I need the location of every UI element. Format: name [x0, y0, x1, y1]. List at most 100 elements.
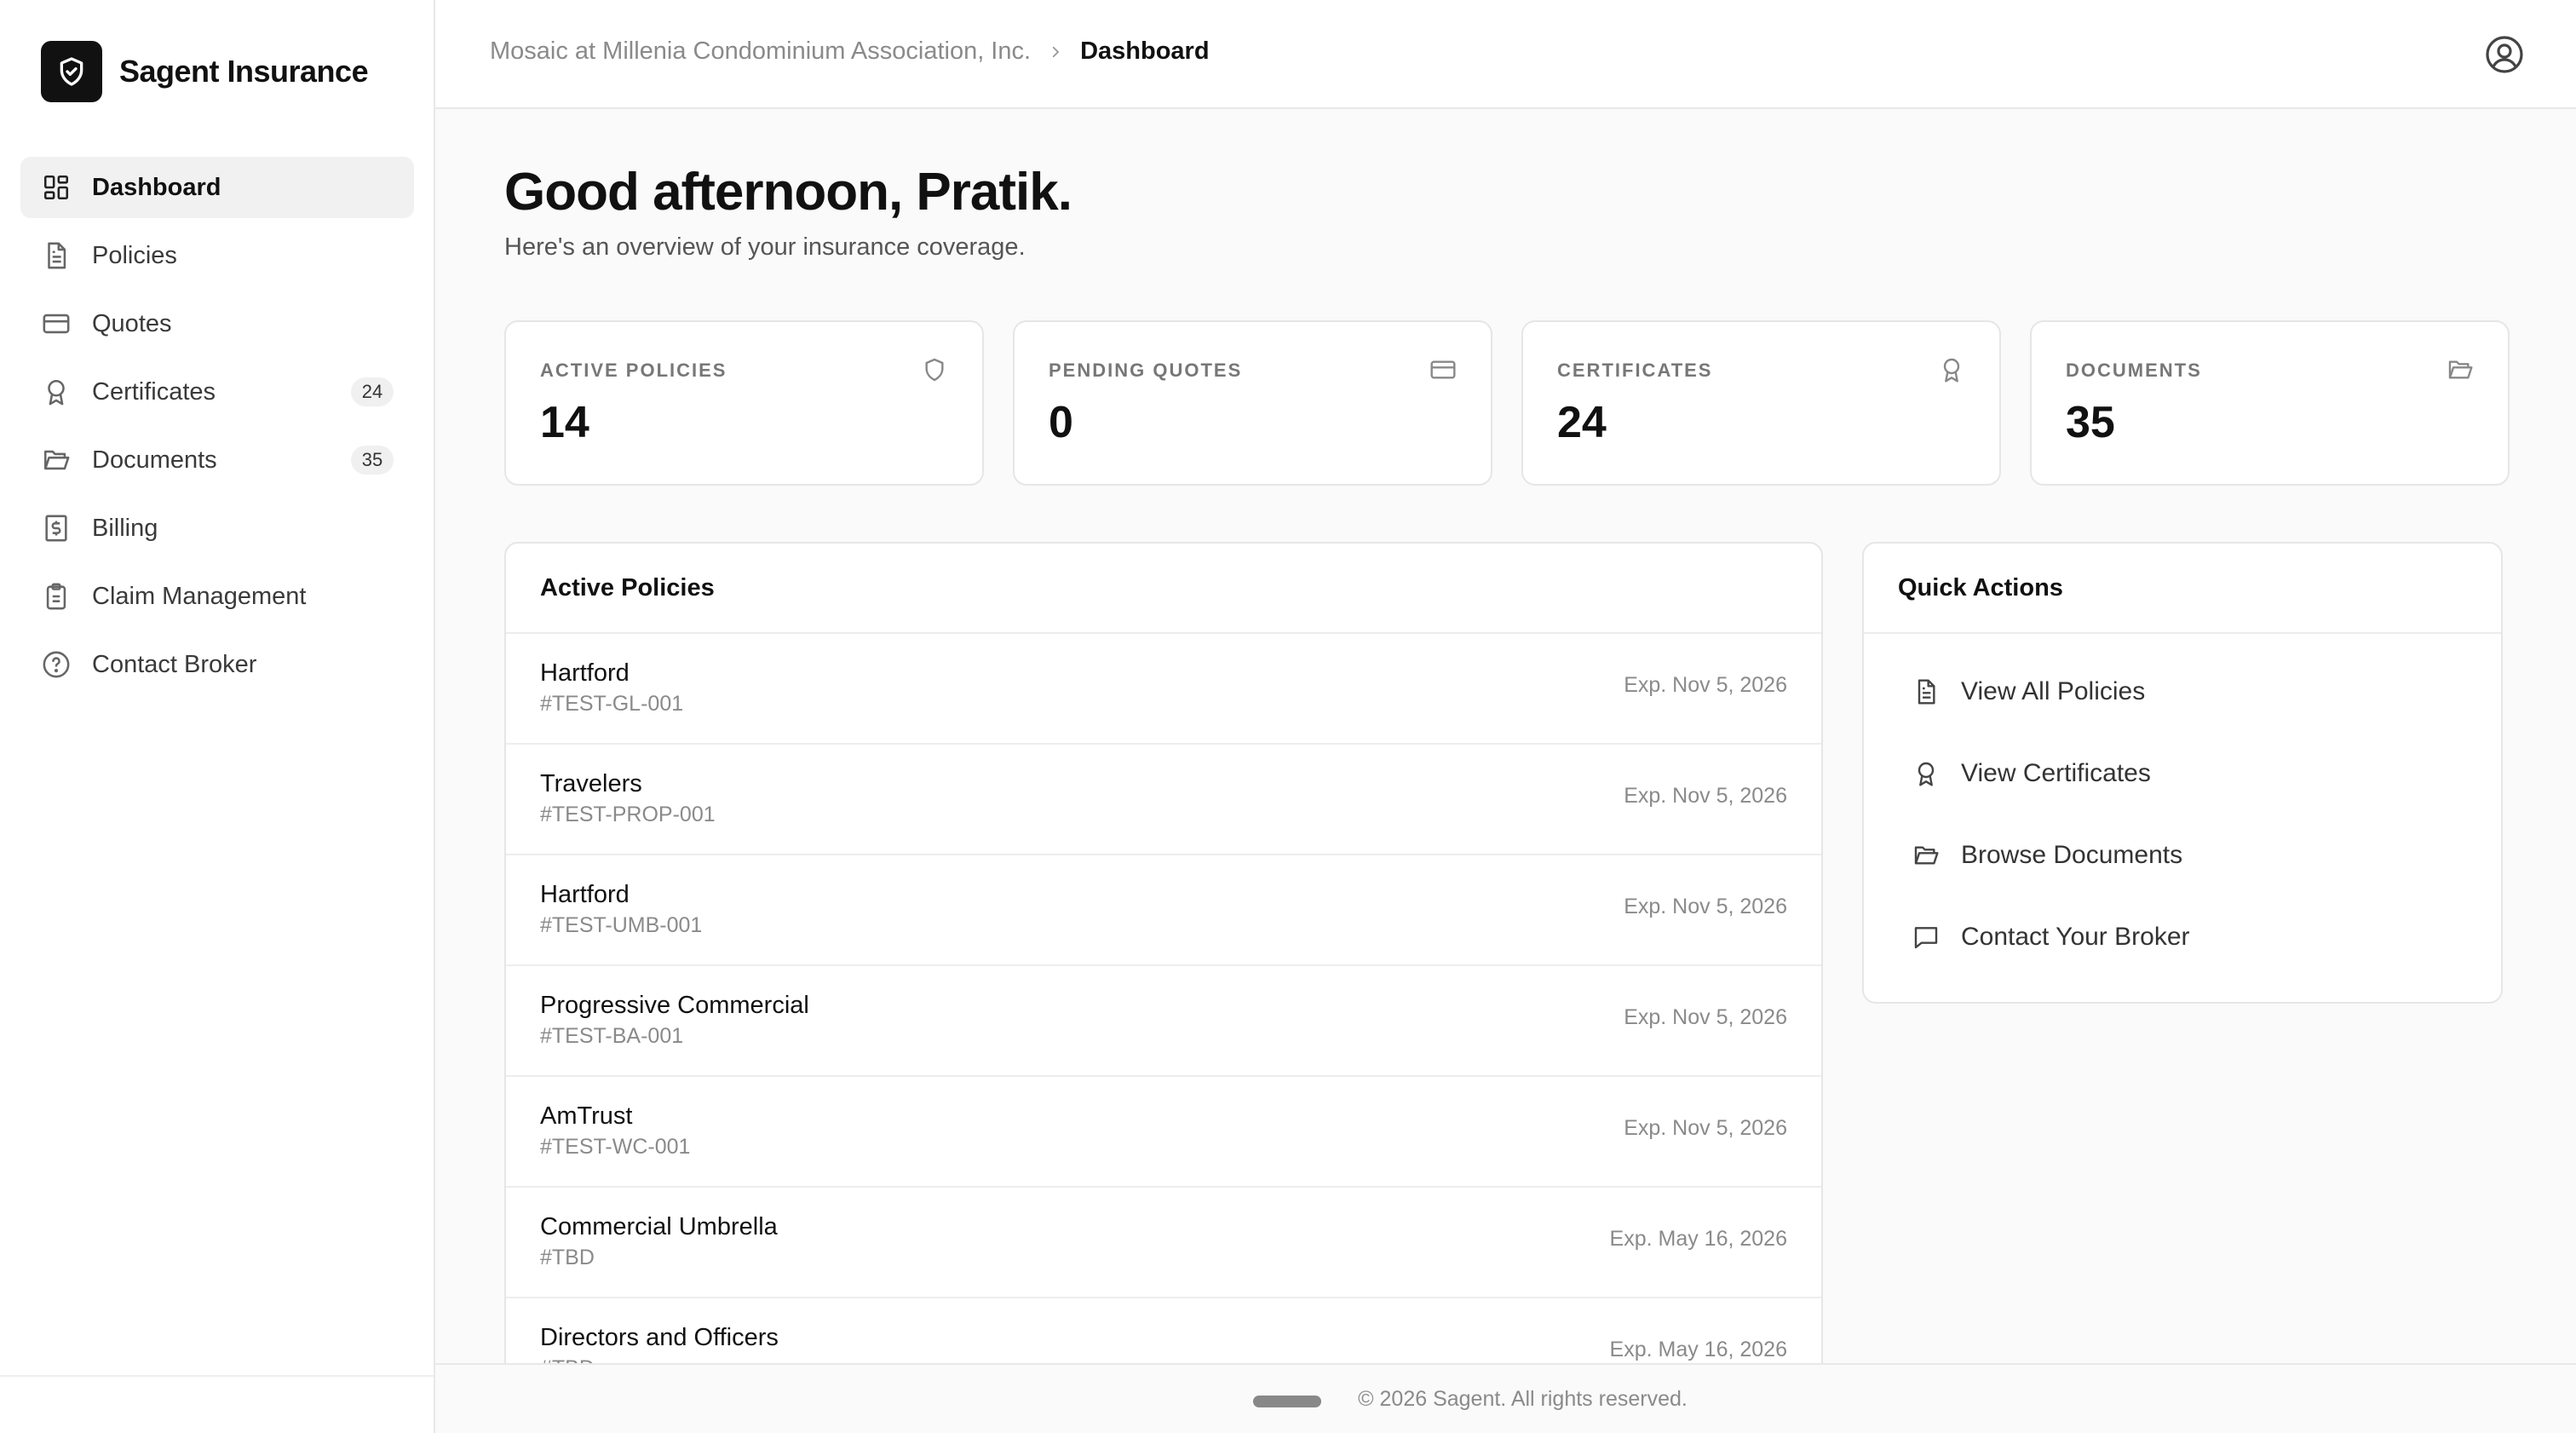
breadcrumb-current: Dashboard	[1080, 37, 1210, 65]
award-icon	[1938, 356, 1965, 383]
user-circle-icon[interactable]	[2484, 34, 2525, 75]
policy-expiration: Exp. Nov 5, 2026	[1624, 673, 1787, 697]
sidebar-nav: Dashboard Policies Quotes Certificates 2…	[20, 157, 414, 702]
sidebar-item-label: Dashboard	[92, 173, 221, 201]
browse-documents-button[interactable]: Browse Documents	[1864, 814, 2501, 896]
policy-row[interactable]: Progressive Commercial #TEST-BA-001 Exp.…	[506, 966, 1821, 1077]
folder-open-icon	[41, 445, 72, 475]
policy-number: #TEST-BA-001	[540, 1024, 684, 1048]
stat-label: ACTIVE POLICIES	[540, 360, 727, 381]
stats-row: ACTIVE POLICIES 14 PENDING QUOTES 0 CERT…	[504, 320, 2510, 486]
folder-open-icon	[2447, 356, 2474, 383]
sidebar-item-documents[interactable]: Documents 35	[20, 429, 414, 491]
sidebar-item-label: Contact Broker	[92, 650, 257, 678]
sidebar-item-contact-broker[interactable]: Contact Broker	[20, 634, 414, 695]
policy-row[interactable]: Commercial Umbrella #TBD Exp. May 16, 20…	[506, 1188, 1821, 1298]
stat-value: 35	[2066, 398, 2115, 447]
main-content: Mosaic at Millenia Condominium Associati…	[435, 0, 2576, 1433]
policy-number: #TEST-PROP-001	[540, 803, 716, 826]
active-policies-card: Active Policies Hartford #TEST-GL-001 Ex…	[504, 542, 1823, 1433]
page-title: Good afternoon, Pratik.	[504, 163, 1072, 222]
policy-carrier: Progressive Commercial	[540, 992, 809, 1019]
policy-number: #TEST-GL-001	[540, 692, 684, 716]
policy-expiration: Exp. Nov 5, 2026	[1624, 784, 1787, 808]
help-circle-icon	[41, 649, 72, 680]
quick-actions-list: View All Policies View Certificates Brow…	[1864, 634, 2501, 978]
brand[interactable]: Sagent Insurance	[41, 41, 369, 102]
footer: © 2026 Sagent. All rights reserved.	[435, 1363, 2576, 1433]
sidebar-item-label: Claim Management	[92, 582, 307, 610]
footer-copyright: © 2026 Sagent. All rights reserved.	[1358, 1386, 1688, 1411]
sidebar-item-certificates[interactable]: Certificates 24	[20, 361, 414, 423]
clipboard-icon	[41, 581, 72, 612]
policy-row[interactable]: Travelers #TEST-PROP-001 Exp. Nov 5, 202…	[506, 745, 1821, 855]
breadcrumb-parent[interactable]: Mosaic at Millenia Condominium Associati…	[490, 37, 1031, 66]
view-all-policies-button[interactable]: View All Policies	[1864, 651, 2501, 733]
policy-expiration: Exp. Nov 5, 2026	[1624, 895, 1787, 918]
shield-check-icon	[41, 41, 102, 102]
sidebar-item-label: Documents	[92, 446, 217, 474]
sidebar-item-claim-management[interactable]: Claim Management	[20, 566, 414, 627]
dashboard-grid-icon	[41, 172, 72, 203]
quick-action-label: View Certificates	[1961, 759, 2151, 787]
policy-row[interactable]: AmTrust #TEST-WC-001 Exp. Nov 5, 2026	[506, 1077, 1821, 1188]
shield-icon	[921, 356, 948, 383]
quick-action-label: Contact Your Broker	[1961, 923, 2190, 951]
stat-card-documents[interactable]: DOCUMENTS 35	[2030, 320, 2510, 486]
sidebar-item-label: Certificates	[92, 377, 216, 406]
stat-value: 14	[540, 398, 589, 447]
stat-value: 0	[1049, 398, 1073, 447]
stat-label: CERTIFICATES	[1557, 360, 1713, 381]
top-bar: Mosaic at Millenia Condominium Associati…	[435, 0, 2576, 109]
sidebar-item-policies[interactable]: Policies	[20, 225, 414, 286]
policy-carrier: Hartford	[540, 659, 630, 687]
stat-value: 24	[1557, 398, 1607, 447]
policy-number: #TEST-UMB-001	[540, 913, 703, 937]
stat-label: DOCUMENTS	[2066, 360, 2202, 381]
policy-expiration: Exp. May 16, 2026	[1609, 1227, 1787, 1251]
chevron-right-icon	[1048, 44, 1063, 60]
policy-expiration: Exp. Nov 5, 2026	[1624, 1116, 1787, 1140]
brand-name: Sagent Insurance	[119, 54, 369, 89]
quick-action-label: View All Policies	[1961, 677, 2146, 705]
credit-card-icon	[41, 308, 72, 339]
credit-card-icon	[1429, 356, 1457, 383]
quick-action-label: Browse Documents	[1961, 841, 2183, 869]
policy-carrier: Travelers	[540, 770, 642, 797]
sidebar-item-label: Quotes	[92, 309, 172, 337]
policy-carrier: AmTrust	[540, 1102, 633, 1130]
sidebar: Sagent Insurance Dashboard Policies Quot…	[0, 0, 435, 1433]
stat-label: PENDING QUOTES	[1049, 360, 1243, 381]
breadcrumb: Mosaic at Millenia Condominium Associati…	[490, 37, 1210, 66]
folder-open-icon	[1912, 841, 1941, 870]
home-indicator	[1253, 1396, 1321, 1407]
document-icon	[1912, 677, 1941, 706]
sidebar-item-quotes[interactable]: Quotes	[20, 293, 414, 354]
document-icon	[41, 240, 72, 271]
documents-count-badge: 35	[351, 446, 394, 475]
policy-carrier: Commercial Umbrella	[540, 1213, 778, 1240]
stat-card-active-policies[interactable]: ACTIVE POLICIES 14	[504, 320, 984, 486]
card-title: Quick Actions	[1864, 544, 2501, 634]
sidebar-footer	[0, 1375, 434, 1433]
policy-row[interactable]: Hartford #TEST-UMB-001 Exp. Nov 5, 2026	[506, 855, 1821, 966]
quick-actions-card: Quick Actions View All Policies View Cer…	[1862, 542, 2503, 1004]
page-subtitle: Here's an overview of your insurance cov…	[504, 233, 1026, 261]
sidebar-item-label: Policies	[92, 241, 177, 269]
stat-card-pending-quotes[interactable]: PENDING QUOTES 0	[1013, 320, 1492, 486]
award-icon	[1912, 759, 1941, 788]
sidebar-item-dashboard[interactable]: Dashboard	[20, 157, 414, 218]
message-square-icon	[1912, 923, 1941, 952]
stat-card-certificates[interactable]: CERTIFICATES 24	[1521, 320, 2001, 486]
policy-row[interactable]: Hartford #TEST-GL-001 Exp. Nov 5, 2026	[506, 634, 1821, 745]
policy-number: #TEST-WC-001	[540, 1135, 691, 1159]
policy-expiration: Exp. Nov 5, 2026	[1624, 1005, 1787, 1029]
policy-expiration: Exp. May 16, 2026	[1609, 1338, 1787, 1361]
contact-your-broker-button[interactable]: Contact Your Broker	[1864, 896, 2501, 978]
award-icon	[41, 377, 72, 407]
sidebar-item-billing[interactable]: Billing	[20, 498, 414, 559]
sidebar-item-label: Billing	[92, 514, 158, 542]
dollar-receipt-icon	[41, 513, 72, 544]
view-certificates-button[interactable]: View Certificates	[1864, 733, 2501, 814]
certificates-count-badge: 24	[351, 377, 394, 406]
